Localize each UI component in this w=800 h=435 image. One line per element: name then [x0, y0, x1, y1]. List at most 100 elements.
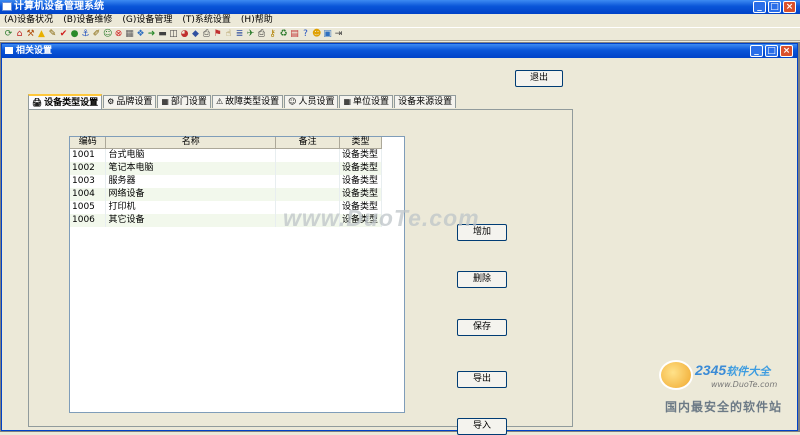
save-button[interactable]: 保存 — [457, 319, 507, 336]
column-header-remark[interactable]: 备注 — [275, 137, 341, 149]
watermark-text: www.DuoTe.com — [283, 205, 480, 231]
hand-icon[interactable]: ☝ — [224, 29, 233, 39]
device-type-grid[interactable]: 编码 名称 备注 类型 1001 台式电脑 设备类型 1002 笔记本电脑 设备类型 100… — [69, 136, 405, 413]
window-controls: _ □ × — [753, 1, 796, 13]
arrow-icon[interactable]: ➜ — [147, 29, 156, 39]
column-header-type[interactable]: 类型 — [339, 137, 382, 149]
cell-remark[interactable] — [275, 175, 341, 188]
cell-code[interactable]: 1005 — [70, 201, 107, 214]
tab-label: 人员设置 — [298, 97, 335, 107]
settings-minimize-button[interactable]: _ — [750, 45, 763, 57]
windows-icon[interactable]: ❖ — [136, 29, 145, 39]
cell-name[interactable]: 台式电脑 — [105, 148, 277, 162]
table-row[interactable]: 1003 服务器 设备类型 — [70, 175, 382, 188]
watermark-brand-num: 2345 — [695, 362, 727, 378]
card-icon[interactable]: ▣ — [323, 29, 332, 39]
settings-close-button[interactable]: × — [780, 45, 793, 57]
cell-type[interactable]: 设备类型 — [339, 175, 382, 188]
cell-type[interactable]: 设备类型 — [339, 148, 382, 162]
cell-code[interactable]: 1001 — [70, 148, 107, 162]
tab-icon: ⚠ — [215, 97, 224, 106]
tag-icon[interactable]: ◆ — [191, 29, 200, 39]
tab-icon: ▦ — [343, 97, 352, 106]
list-icon[interactable]: ≣ — [235, 29, 244, 39]
alarm-icon[interactable]: ⚑ — [213, 29, 222, 39]
watermark-logo: 2345软件大全 www.DuoTe.com 国内最安全的软件站 — [657, 358, 797, 418]
note-icon[interactable]: ✎ — [48, 29, 57, 39]
tab-1[interactable]: ⚙ 品牌设置 — [103, 95, 157, 108]
cell-code[interactable]: 1004 — [70, 188, 107, 201]
grid-icon[interactable]: ▦ — [125, 29, 134, 39]
settings-tabs: 🖨 设备类型设置 ⚙ 品牌设置 ▦ 部门设置 ⚠ 故障类型设置 ☺ 人员设置 ▦ 单位设置 设备来源设置 — [28, 94, 457, 109]
watermark-brand: 2345软件大全 — [695, 362, 770, 379]
ball-icon[interactable]: ● — [70, 29, 79, 39]
app-icon — [2, 2, 12, 11]
cell-name[interactable]: 服务器 — [105, 175, 277, 188]
delete-button[interactable]: 删除 — [457, 271, 507, 288]
cell-type[interactable]: 设备类型 — [339, 162, 382, 175]
import-button[interactable]: 导入 — [457, 418, 507, 435]
cell-name[interactable]: 笔记本电脑 — [105, 162, 277, 175]
check-icon[interactable]: ✔ — [59, 29, 68, 39]
exit-button[interactable]: 退出 — [515, 70, 563, 87]
settings-maximize-button[interactable]: □ — [765, 45, 778, 57]
tab-5[interactable]: ▦ 单位设置 — [339, 95, 394, 108]
menu-system-settings[interactable]: (T)系统设置 — [182, 14, 231, 27]
maximize-button[interactable]: □ — [768, 1, 781, 13]
column-header-code[interactable]: 编码 — [70, 137, 107, 149]
minimize-button[interactable]: _ — [753, 1, 766, 13]
exit-icon[interactable]: ⇥ — [334, 29, 343, 39]
grid-header-row: 编码 名称 备注 类型 — [70, 137, 382, 149]
home-icon[interactable]: ⌂ — [15, 29, 24, 39]
cell-name[interactable]: 打印机 — [105, 201, 277, 214]
tab-2[interactable]: ▦ 部门设置 — [157, 95, 211, 108]
refresh-icon[interactable]: ⟳ — [4, 29, 13, 39]
trash-icon[interactable]: ♻ — [279, 29, 288, 39]
menu-device-repair[interactable]: (B)设备维修 — [63, 14, 112, 27]
cell-remark[interactable] — [275, 188, 341, 201]
export-button[interactable]: 导出 — [457, 371, 507, 388]
menu-device-management[interactable]: (G)设备管理 — [122, 14, 172, 27]
chart-icon[interactable]: ▤ — [290, 29, 299, 39]
tab-icon: ☺ — [288, 97, 297, 106]
tab-panel-device-type: 编码 名称 备注 类型 1001 台式电脑 设备类型 1002 笔记本电脑 设备类型 100… — [28, 109, 573, 435]
stop-icon[interactable]: ⊗ — [114, 29, 123, 39]
cell-code[interactable]: 1006 — [70, 214, 107, 227]
tab-label: 部门设置 — [170, 97, 207, 107]
cell-code[interactable]: 1003 — [70, 175, 107, 188]
cell-name[interactable]: 网络设备 — [105, 188, 277, 201]
cell-name[interactable]: 其它设备 — [105, 214, 277, 227]
cell-type[interactable]: 设备类型 — [339, 188, 382, 201]
tab-label: 品牌设置 — [116, 97, 153, 107]
printer-icon[interactable]: ⎙ — [257, 29, 266, 39]
table-row[interactable]: 1001 台式电脑 设备类型 — [70, 148, 382, 162]
people-icon[interactable]: ☺ — [103, 29, 112, 39]
tab-6[interactable]: 设备来源设置 — [394, 95, 457, 108]
help-icon[interactable]: ? — [301, 29, 310, 39]
cell-remark[interactable] — [275, 162, 341, 175]
tab-3[interactable]: ⚠ 故障类型设置 — [211, 95, 284, 108]
menu-device-status[interactable]: (A)设备状况 — [4, 14, 53, 27]
tab-label: 单位设置 — [353, 97, 390, 107]
table-row[interactable]: 1002 笔记本电脑 设备类型 — [70, 162, 382, 175]
tab-4[interactable]: ☺ 人员设置 — [284, 95, 339, 108]
cell-remark[interactable] — [275, 148, 341, 162]
edit-icon[interactable]: ✐ — [92, 29, 101, 39]
watermark-brand-cn: 软件大全 — [726, 366, 771, 378]
tab-0[interactable]: 🖨 设备类型设置 — [28, 94, 103, 109]
tool-icon[interactable]: ⚒ — [26, 29, 35, 39]
key-icon[interactable]: ⚷ — [268, 29, 277, 39]
column-header-name[interactable]: 名称 — [105, 137, 277, 149]
warning-icon[interactable]: ▲ — [37, 29, 46, 39]
close-button[interactable]: × — [783, 1, 796, 13]
bird-icon[interactable]: ✈ — [246, 29, 255, 39]
menu-help[interactable]: (H)帮助 — [241, 14, 273, 27]
cell-code[interactable]: 1002 — [70, 162, 107, 175]
print-icon[interactable]: ⎙ — [202, 29, 211, 39]
smile-icon[interactable]: ☻ — [312, 29, 321, 39]
panel-icon[interactable]: ◫ — [169, 29, 178, 39]
bar-icon[interactable]: ▬ — [158, 29, 167, 39]
pie-icon[interactable]: ◕ — [180, 29, 189, 39]
anchor-icon[interactable]: ⚓ — [81, 29, 90, 39]
table-row[interactable]: 1004 网络设备 设备类型 — [70, 188, 382, 201]
